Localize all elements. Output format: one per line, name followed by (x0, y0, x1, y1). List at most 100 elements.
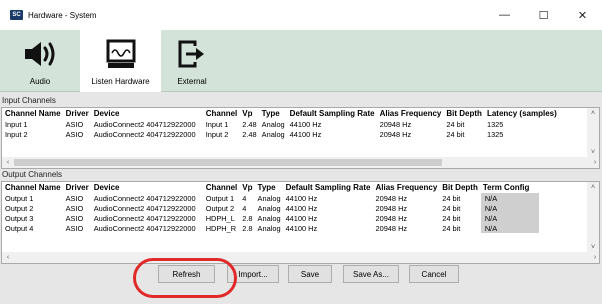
tool-audio-label: Audio (29, 77, 51, 86)
col-latency[interactable]: Latency (samples) (485, 108, 560, 119)
scroll-left-icon[interactable]: ‹ (2, 157, 14, 167)
col-type[interactable]: Type (260, 108, 288, 119)
save-as-button[interactable]: Save As... (343, 265, 399, 283)
cell-latency: 1325 (486, 129, 504, 139)
col-alias-frequency[interactable]: Alias Frequency (373, 182, 440, 193)
cell-sampling-rate: 44100 Hz (285, 203, 318, 213)
col-vp[interactable]: Vp (240, 108, 259, 119)
col-type[interactable]: Type (256, 182, 284, 193)
cell-sampling-rate: 44100 Hz (289, 129, 322, 139)
table-row[interactable]: Output 1 ASIO AudioConnect2 404712922000… (3, 193, 539, 203)
table-row[interactable]: Output 2 ASIO AudioConnect2 404712922000… (3, 203, 539, 213)
cell-channel: Input 1 (205, 119, 229, 129)
cell-device: AudioConnect2 404712922000 (93, 129, 196, 139)
table-row[interactable]: Input 2 ASIO AudioConnect2 404712922000 … (3, 129, 560, 139)
col-channel[interactable]: Channel (204, 108, 241, 119)
cell-device: AudioConnect2 404712922000 (93, 213, 196, 223)
close-button[interactable]: ✕ (563, 0, 602, 30)
cell-type: Analog (257, 213, 281, 223)
cell-vp[interactable]: 4 (240, 193, 255, 203)
scroll-down-icon[interactable]: ˅ (587, 147, 599, 157)
cell-term-config: N/A (480, 223, 539, 233)
cell-bit-depth: 24 bit (446, 119, 465, 129)
col-driver[interactable]: Driver (64, 108, 92, 119)
cell-sampling-rate: 44100 Hz (285, 193, 318, 203)
cell-channel-name: Output 2 (5, 203, 34, 213)
col-channel-name[interactable]: Channel Name (3, 182, 64, 193)
cell-device: AudioConnect2 404712922000 (93, 223, 196, 233)
col-driver[interactable]: Driver (64, 182, 92, 193)
scroll-up-icon[interactable]: ˄ (587, 182, 599, 192)
cell-device: AudioConnect2 404712922000 (93, 193, 196, 203)
cell-driver: ASIO (65, 119, 84, 129)
cancel-button[interactable]: Cancel (409, 265, 459, 283)
tool-audio[interactable]: Audio (0, 30, 80, 92)
col-alias-frequency[interactable]: Alias Frequency (378, 108, 445, 119)
tool-external-label: External (177, 77, 207, 86)
minimize-button[interactable]: — (485, 0, 524, 30)
col-term-config[interactable]: Term Config (481, 182, 539, 193)
cell-channel-name: Output 3 (5, 213, 34, 223)
scrollbar-thumb[interactable] (14, 159, 442, 166)
table-row[interactable]: Input 1 ASIO AudioConnect2 404712922000 … (3, 119, 560, 129)
cell-channel-name: Input 1 (5, 119, 28, 129)
cell-channel-name: Output 1 (5, 193, 34, 203)
cell-sampling-rate: 44100 Hz (289, 119, 322, 129)
refresh-button[interactable]: Refresh (158, 265, 215, 283)
table-row[interactable]: Output 3 ASIO AudioConnect2 404712922000… (3, 213, 539, 223)
cell-bit-depth: 24 bit (442, 223, 461, 233)
tool-external[interactable]: External (161, 30, 223, 92)
save-button[interactable]: Save (288, 265, 332, 283)
input-vertical-scrollbar[interactable]: ˄ ˅ (587, 108, 599, 157)
col-channel-name[interactable]: Channel Name (3, 108, 64, 119)
output-channels-label: Output Channels (2, 170, 63, 179)
cell-type: Analog (261, 119, 285, 129)
cell-driver: ASIO (65, 129, 84, 139)
tool-listen-hardware[interactable]: Listen Hardware (80, 30, 161, 92)
cell-sampling-rate: 44100 Hz (285, 223, 318, 233)
cell-bit-depth: 24 bit (442, 213, 461, 223)
cell-channel: Input 2 (205, 129, 229, 139)
window-title: Hardware - System (28, 10, 97, 20)
table-row[interactable]: Output 4 ASIO AudioConnect2 404712922000… (3, 223, 539, 233)
cell-alias-frequency: 20948 Hz (379, 119, 412, 129)
term-config-value: N/A (484, 193, 498, 203)
scroll-right-icon[interactable]: › (589, 157, 599, 167)
import-button[interactable]: Import... (227, 265, 279, 283)
cell-bit-depth: 24 bit (442, 203, 461, 213)
col-device[interactable]: Device (92, 108, 204, 119)
cell-alias-frequency: 20948 Hz (375, 223, 408, 233)
col-sampling-rate[interactable]: Default Sampling Rate (288, 108, 378, 119)
col-bit-depth[interactable]: Bit Depth (444, 108, 485, 119)
output-channels-table: Channel Name Driver Device Channel Vp Ty… (3, 182, 539, 233)
term-config-value: N/A (484, 213, 498, 223)
cell-driver: ASIO (65, 203, 84, 213)
table-header-row: Channel Name Driver Device Channel Vp Ty… (3, 182, 539, 193)
cell-vp[interactable]: 2.8 (240, 223, 255, 233)
cell-channel: HDPH_L (205, 213, 235, 223)
cell-device: AudioConnect2 404712922000 (93, 119, 196, 129)
col-bit-depth[interactable]: Bit Depth (440, 182, 481, 193)
output-vertical-scrollbar[interactable]: ˄ ˅ (587, 182, 599, 252)
cell-channel-name: Input 2 (5, 129, 28, 139)
col-channel[interactable]: Channel (204, 182, 241, 193)
cell-term-config: N/A (480, 193, 539, 203)
tool-listen-hardware-label: Listen Hardware (91, 77, 150, 86)
col-vp[interactable]: Vp (240, 182, 255, 193)
col-sampling-rate[interactable]: Default Sampling Rate (284, 182, 374, 193)
cell-vp[interactable]: 2.48 (240, 129, 259, 139)
col-device[interactable]: Device (92, 182, 204, 193)
input-horizontal-scrollbar[interactable]: ‹ › (2, 157, 599, 168)
cell-vp[interactable]: 2.48 (240, 119, 259, 129)
maximize-button[interactable]: ☐ (524, 0, 563, 30)
cell-vp[interactable]: 2.8 (240, 213, 255, 223)
term-config-value: N/A (484, 223, 498, 233)
cell-term-config: N/A (480, 203, 539, 213)
cell-driver: ASIO (65, 193, 84, 203)
scroll-up-icon[interactable]: ˄ (587, 108, 599, 118)
input-channels-label: Input Channels (2, 96, 56, 105)
toolbar: Audio Listen Hardware External (0, 30, 602, 92)
table-header-row: Channel Name Driver Device Channel Vp Ty… (3, 108, 560, 119)
cell-vp[interactable]: 4 (240, 203, 255, 213)
input-channels-panel: Channel Name Driver Device Channel Vp Ty… (1, 107, 600, 169)
